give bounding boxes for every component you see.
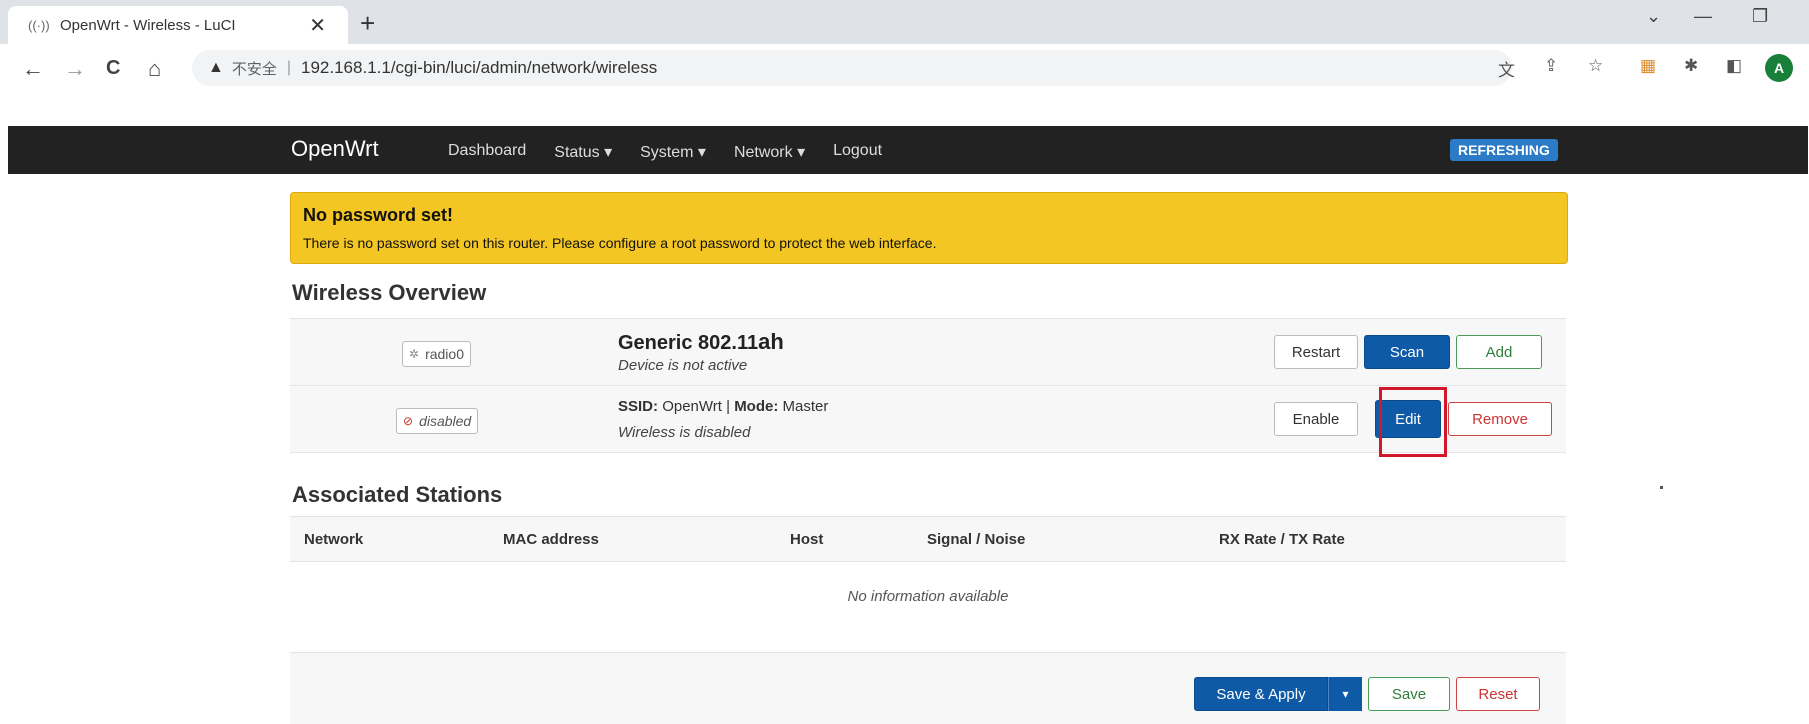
stations-table-header: Network MAC address Host Signal / Noise … [290, 516, 1566, 562]
ssid-mode-divider: | [726, 398, 731, 415]
warning-triangle-icon[interactable]: ▲ [208, 59, 224, 77]
home-icon[interactable]: ⌂ [148, 56, 161, 82]
luci-header: OpenWrt Dashboard Status ▾ System ▾ Netw… [8, 126, 1808, 174]
dropdown-caret-icon[interactable]: ▾ [1328, 677, 1362, 711]
disabled-badge[interactable]: ⊘ disabled [396, 408, 479, 434]
browser-tab-bar: ((·)) OpenWrt - Wireless - LuCI ✕ + ⌄ — … [0, 0, 1809, 44]
sidepanel-icon[interactable]: ◧ [1726, 56, 1742, 76]
browser-address-bar: ← → C ⌂ ▲ 不安全 | 192.168.1.1/cgi-bin/luci… [0, 44, 1809, 92]
antenna-icon: ✲ [409, 347, 420, 361]
device-name: Generic 802.11ah [618, 329, 784, 355]
share-icon[interactable]: ⇪ [1544, 56, 1558, 76]
menu-network[interactable]: Network ▾ [734, 142, 805, 162]
brand-logo[interactable]: OpenWrt [291, 136, 379, 162]
menu-logout[interactable]: Logout [833, 142, 882, 162]
stray-dot [1660, 486, 1663, 489]
browser-tab[interactable]: ((·)) OpenWrt - Wireless - LuCI ✕ [8, 6, 348, 44]
restore-icon[interactable]: ❐ [1752, 6, 1768, 27]
disabled-badge-label: disabled [419, 413, 472, 429]
mode-value: Master [782, 398, 829, 415]
new-tab-icon[interactable]: + [360, 8, 375, 39]
main-menu: Dashboard Status ▾ System ▾ Network ▾ Lo… [448, 142, 910, 162]
col-rx-tx-rate: RX Rate / TX Rate [1219, 531, 1345, 548]
wireless-overview-title: Wireless Overview [292, 280, 487, 305]
address-separator: | [286, 59, 292, 76]
col-host: Host [790, 531, 824, 548]
disabled-signal-icon: ⊘ [403, 414, 414, 428]
ssid-mode-line: SSID: OpenWrt | Mode: Master [618, 398, 828, 415]
puzzle-icon[interactable]: ✱ [1684, 56, 1698, 76]
wireless-overview-table: ✲ radio0 Generic 802.11ah Device is not … [290, 318, 1566, 453]
security-label[interactable]: 不安全 [232, 58, 277, 79]
profile-avatar[interactable]: A [1765, 54, 1793, 82]
scan-button[interactable]: Scan [1364, 335, 1450, 369]
radio-badge[interactable]: ✲ radio0 [402, 341, 471, 367]
associated-stations-title: Associated Stations [292, 482, 503, 507]
page-actions-bar: Save & Apply ▾ Save Reset [290, 652, 1566, 724]
enable-button[interactable]: Enable [1274, 402, 1358, 436]
wireless-favicon-icon: ((·)) [28, 17, 50, 33]
add-button[interactable]: Add [1456, 335, 1542, 369]
stations-empty-row: No information available [290, 562, 1566, 632]
refreshing-badge[interactable]: REFRESHING [1450, 139, 1558, 161]
device-status: Device is not active [618, 357, 748, 374]
menu-system[interactable]: System ▾ [640, 142, 706, 162]
device-name-suffix: ah [758, 329, 784, 354]
remove-button[interactable]: Remove [1448, 402, 1552, 436]
edit-highlight-annotation [1379, 387, 1447, 457]
extension-color-icon[interactable]: ▦ [1640, 56, 1656, 76]
menu-dashboard[interactable]: Dashboard [448, 142, 526, 162]
alert-text: There is no password set on this router.… [303, 235, 937, 251]
col-signal-noise: Signal / Noise [927, 531, 1026, 548]
radio-device-row: ✲ radio0 Generic 802.11ah Device is not … [290, 319, 1566, 386]
no-password-alert: No password set! There is no password se… [290, 192, 1568, 264]
url-text[interactable]: 192.168.1.1/cgi-bin/luci/admin/network/w… [301, 58, 657, 78]
device-name-main: Generic 802.11 [618, 332, 759, 354]
star-icon[interactable]: ☆ [1588, 56, 1603, 76]
no-information-text: No information available [847, 588, 1009, 605]
reset-button[interactable]: Reset [1456, 677, 1540, 711]
forward-arrow-icon[interactable]: → [64, 56, 86, 82]
minimize-icon[interactable]: — [1694, 6, 1712, 27]
col-network: Network [304, 531, 364, 548]
mode-label: Mode: [734, 398, 779, 415]
radio-badge-label: radio0 [425, 346, 464, 362]
url-omnibox[interactable]: ▲ 不安全 | 192.168.1.1/cgi-bin/luci/admin/n… [192, 50, 1512, 86]
tab-search-icon[interactable]: ⌄ [1646, 6, 1661, 27]
translate-icon[interactable]: 文 [1498, 56, 1515, 81]
associated-stations-table: Network MAC address Host Signal / Noise … [290, 516, 1566, 632]
network-row: ⊘ disabled SSID: OpenWrt | Mode: Master … [290, 386, 1566, 453]
ssid-value: OpenWrt [662, 398, 722, 415]
save-apply-button[interactable]: Save & Apply [1194, 677, 1328, 711]
wireless-status: Wireless is disabled [618, 424, 751, 441]
menu-status[interactable]: Status ▾ [554, 142, 612, 162]
alert-title: No password set! [303, 205, 454, 225]
reload-icon[interactable]: C [106, 57, 120, 80]
col-mac-address: MAC address [503, 531, 599, 548]
ssid-label: SSID: [618, 398, 659, 415]
save-button[interactable]: Save [1368, 677, 1450, 711]
back-arrow-icon[interactable]: ← [22, 56, 44, 82]
tab-close-icon[interactable]: ✕ [309, 13, 326, 38]
tab-title: OpenWrt - Wireless - LuCI [60, 16, 236, 34]
restart-button[interactable]: Restart [1274, 335, 1358, 369]
